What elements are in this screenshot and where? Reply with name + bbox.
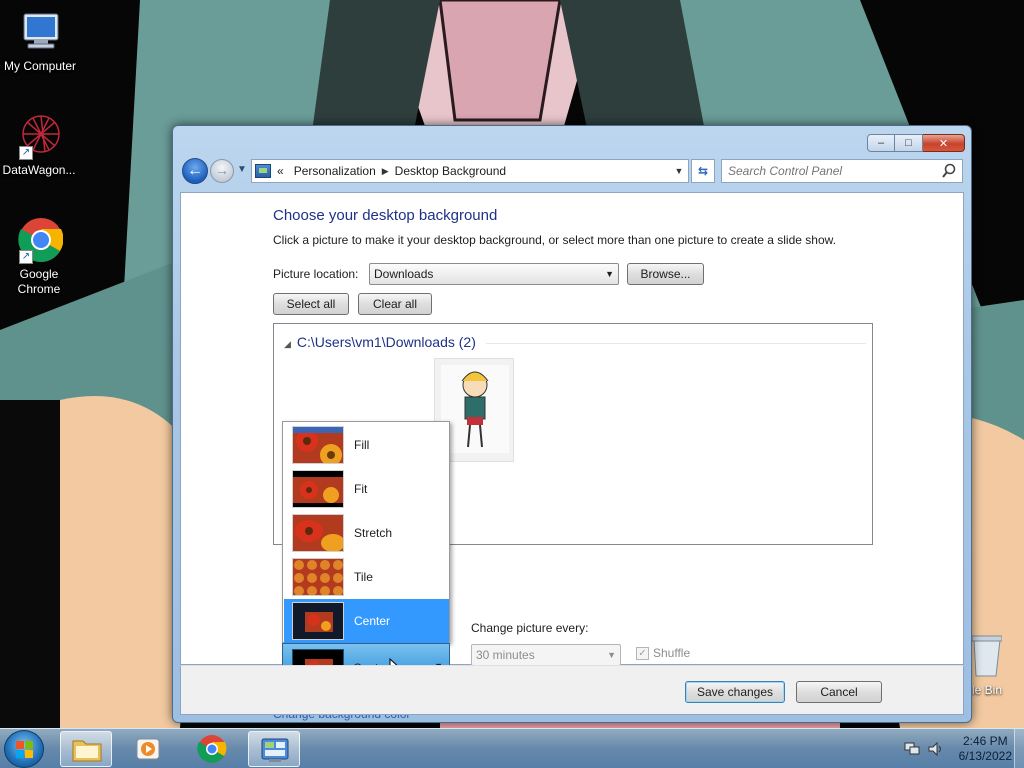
forward-button[interactable]: → bbox=[210, 159, 234, 183]
group-header-label: C:\Users\vm1\Downloads (2) bbox=[296, 334, 476, 350]
navigation-bar: ← → ▼ « Personalization ▶ Desktop Backgr… bbox=[181, 158, 963, 184]
collapse-triangle-icon[interactable]: ◢ bbox=[284, 339, 291, 349]
system-tray: 2:46 PM 6/13/2022 bbox=[903, 733, 1012, 765]
desktop-icon-label: Google Chrome bbox=[17, 267, 61, 296]
breadcrumb-separator-icon[interactable]: ▶ bbox=[382, 166, 389, 177]
position-option-label: Tile bbox=[354, 570, 373, 584]
position-option-label: Fill bbox=[354, 438, 370, 452]
interval-value: 30 minutes bbox=[476, 648, 535, 662]
page-description: Click a picture to make it your desktop … bbox=[273, 233, 836, 247]
checkbox-icon[interactable]: ✓ bbox=[636, 646, 649, 660]
desktop-background-window: – □ ✕ ← → ▼ « Personalization ▶ Desktop … bbox=[172, 125, 972, 723]
clear-all-button[interactable]: Clear all bbox=[358, 293, 432, 315]
flower-stretch-icon bbox=[292, 514, 344, 552]
interval-select[interactable]: 30 minutes ▼ bbox=[471, 644, 621, 666]
search-box[interactable] bbox=[721, 159, 963, 183]
chevron-down-icon: ▼ bbox=[605, 269, 614, 279]
position-option-fit[interactable]: Fit bbox=[284, 467, 449, 511]
taskbar-control-panel[interactable] bbox=[248, 731, 300, 767]
media-player-icon bbox=[136, 738, 160, 760]
save-changes-button[interactable]: Save changes bbox=[685, 681, 785, 703]
start-button[interactable] bbox=[4, 730, 44, 768]
clock-time: 2:46 PM bbox=[962, 734, 1008, 748]
taskbar-explorer[interactable] bbox=[60, 731, 112, 767]
shuffle-label: Shuffle bbox=[653, 646, 691, 660]
taskbar: 2:46 PM 6/13/2022 bbox=[0, 728, 1024, 768]
picture-position-menu[interactable]: Fill Fit Stretch Tile Center bbox=[282, 421, 450, 643]
minimize-button[interactable]: – bbox=[867, 134, 895, 152]
group-divider bbox=[486, 343, 866, 344]
search-icon[interactable] bbox=[942, 163, 956, 179]
cancel-button[interactable]: Cancel bbox=[796, 681, 882, 703]
window-controls: – □ ✕ bbox=[867, 134, 965, 152]
taskbar-media-player[interactable] bbox=[122, 731, 174, 767]
control-panel-icon bbox=[261, 738, 289, 762]
change-picture-label: Change picture every: bbox=[471, 621, 589, 635]
control-panel-icon bbox=[255, 164, 271, 178]
content-pane: Choose your desktop background Click a p… bbox=[180, 192, 964, 721]
page-title: Choose your desktop background bbox=[273, 207, 498, 224]
desktop-icon-my-computer[interactable]: My Computer bbox=[0, 8, 80, 73]
maximize-button[interactable]: □ bbox=[895, 134, 923, 152]
desktop-icon-google-chrome[interactable]: ↗ Google Chrome bbox=[0, 216, 79, 297]
recycle-bin-icon bbox=[972, 635, 1002, 677]
breadcrumb-desktop-background[interactable]: Desktop Background bbox=[395, 164, 506, 178]
computer-icon bbox=[16, 8, 64, 56]
back-button[interactable]: ← bbox=[182, 158, 208, 184]
desktop-icon-label: DataWagon... bbox=[2, 163, 76, 177]
picture-location-select[interactable]: Downloads ▼ bbox=[369, 263, 619, 285]
breadcrumb-overflow[interactable]: « bbox=[277, 164, 284, 178]
shortcut-arrow-icon: ↗ bbox=[19, 146, 33, 160]
position-option-tile[interactable]: Tile bbox=[284, 555, 449, 599]
picture-location-label: Picture location: bbox=[273, 267, 359, 281]
picture-location-value: Downloads bbox=[374, 267, 434, 281]
position-option-center[interactable]: Center bbox=[284, 599, 449, 643]
close-button[interactable]: ✕ bbox=[923, 134, 965, 152]
select-all-button[interactable]: Select all bbox=[273, 293, 349, 315]
desktop-icon-label: My Computer bbox=[3, 59, 77, 73]
flower-fit-icon bbox=[292, 470, 344, 508]
refresh-button[interactable]: ⇆ bbox=[691, 159, 715, 183]
search-input[interactable] bbox=[722, 160, 932, 182]
chrome-icon bbox=[197, 735, 227, 763]
chrome-icon: ↗ bbox=[15, 216, 64, 264]
breadcrumb-personalization[interactable]: Personalization bbox=[294, 164, 376, 178]
desktop-icon-recycle-bin[interactable]: cle Bin bbox=[966, 630, 1024, 710]
address-bar[interactable]: « Personalization ▶ Desktop Background ▼ bbox=[251, 159, 689, 183]
position-option-stretch[interactable]: Stretch bbox=[284, 511, 449, 555]
shuffle-checkbox[interactable]: ✓ Shuffle bbox=[636, 646, 690, 660]
taskbar-chrome[interactable] bbox=[186, 731, 238, 767]
show-desktop-button[interactable] bbox=[1014, 729, 1024, 768]
network-icon[interactable] bbox=[903, 741, 921, 757]
shortcut-arrow-icon: ↗ bbox=[19, 250, 33, 264]
position-option-fill[interactable]: Fill bbox=[284, 423, 449, 467]
windows-logo-icon bbox=[16, 741, 33, 758]
address-dropdown-icon[interactable]: ▼ bbox=[670, 166, 688, 176]
clock-date: 6/13/2022 bbox=[958, 749, 1012, 763]
desktop-icon-datawagon[interactable]: ↗ DataWagon... bbox=[0, 112, 79, 177]
chevron-down-icon: ▼ bbox=[607, 650, 616, 660]
flower-tile-icon bbox=[292, 558, 344, 596]
browse-button[interactable]: Browse... bbox=[627, 263, 704, 285]
flower-fill-icon bbox=[292, 426, 344, 464]
group-header[interactable]: ◢ C:\Users\vm1\Downloads (2) bbox=[284, 334, 476, 350]
position-option-label: Center bbox=[354, 614, 391, 628]
recent-pages-dropdown-icon[interactable]: ▼ bbox=[237, 164, 247, 175]
datawagon-icon: ↗ bbox=[15, 112, 63, 160]
flower-center-icon bbox=[292, 602, 344, 640]
position-option-label: Fit bbox=[354, 482, 368, 496]
position-option-label: Stretch bbox=[354, 526, 393, 540]
clock[interactable]: 2:46 PM 6/13/2022 bbox=[959, 734, 1012, 764]
folder-icon bbox=[72, 740, 102, 762]
volume-icon[interactable] bbox=[927, 741, 945, 757]
window-footer: Save changes Cancel bbox=[180, 665, 964, 715]
